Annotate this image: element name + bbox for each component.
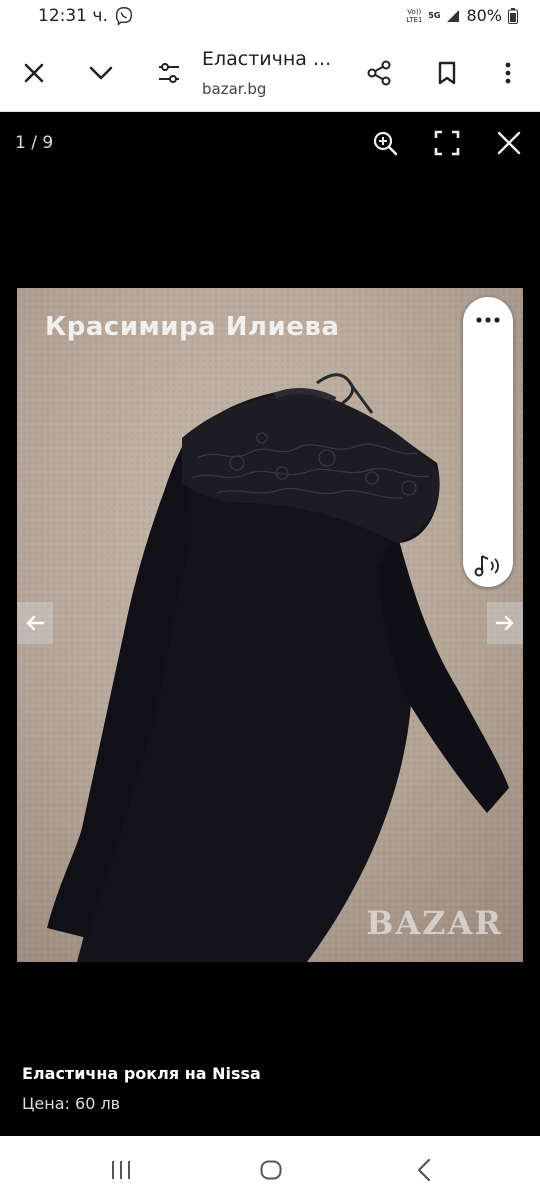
page-url[interactable]: bazar.bg bbox=[202, 80, 266, 98]
caption-title: Еластична рокля на Nissa bbox=[22, 1064, 261, 1083]
battery-icon bbox=[508, 7, 518, 24]
zoom-in-icon[interactable] bbox=[371, 129, 399, 157]
battery-percent: 80% bbox=[466, 6, 502, 25]
floating-side-panel bbox=[463, 297, 513, 587]
image-counter: 1 / 9 bbox=[15, 133, 54, 153]
back-icon[interactable] bbox=[413, 1158, 437, 1182]
viber-icon bbox=[115, 7, 133, 26]
image-viewer: 1 / 9 Красимира Илиева BAZAR Еластична р… bbox=[0, 112, 540, 1136]
browser-toolbar: Еластична ... bazar.bg bbox=[0, 34, 540, 112]
signal-icon bbox=[447, 9, 460, 22]
caption-price: Цена: 60 лв bbox=[22, 1094, 121, 1113]
watermark-name: Красимира Илиева bbox=[45, 312, 340, 342]
status-time: 12:31 ч. bbox=[38, 6, 108, 26]
bazar-watermark-logo: BAZAR bbox=[366, 904, 503, 942]
network-indicator: 5G bbox=[428, 11, 441, 20]
chevron-down-icon[interactable] bbox=[86, 58, 116, 88]
bookmark-icon[interactable] bbox=[432, 58, 462, 88]
close-icon[interactable] bbox=[19, 58, 49, 88]
page-title[interactable]: Еластична ... bbox=[202, 48, 331, 70]
read-aloud-icon[interactable] bbox=[472, 552, 504, 580]
tune-icon[interactable] bbox=[154, 58, 184, 88]
previous-image-button[interactable] bbox=[17, 602, 53, 644]
fullscreen-icon[interactable] bbox=[433, 129, 461, 157]
next-image-button[interactable] bbox=[487, 602, 523, 644]
arrow-right-icon bbox=[495, 615, 514, 631]
system-navigation-bar bbox=[0, 1136, 540, 1204]
more-horiz-icon[interactable] bbox=[473, 315, 503, 325]
arrow-left-icon bbox=[26, 615, 45, 631]
status-bar: 12:31 ч. Vo)) LTE1 5G 80% bbox=[0, 0, 540, 34]
share-icon[interactable] bbox=[364, 58, 394, 88]
more-vert-icon[interactable] bbox=[493, 58, 523, 88]
recent-apps-icon[interactable] bbox=[109, 1158, 133, 1182]
home-icon[interactable] bbox=[259, 1158, 283, 1182]
volte-indicator: Vo)) LTE1 bbox=[406, 7, 423, 24]
status-right: Vo)) LTE1 5G 80% bbox=[406, 6, 518, 25]
close-viewer-icon[interactable] bbox=[495, 129, 523, 157]
dress-photo-art bbox=[17, 288, 523, 962]
product-photo[interactable]: Красимира Илиева BAZAR bbox=[17, 288, 523, 962]
